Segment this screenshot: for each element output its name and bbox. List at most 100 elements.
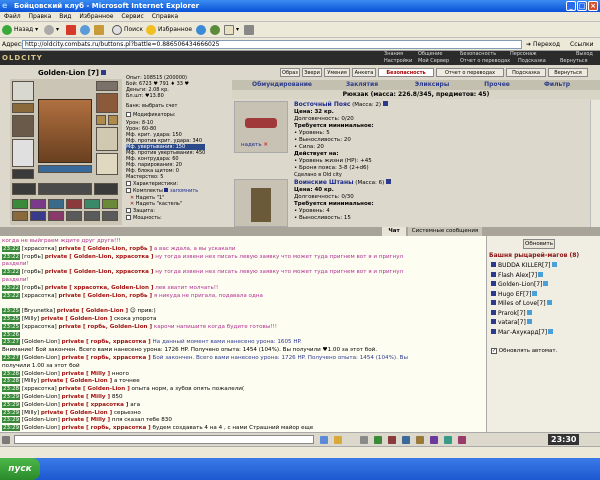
chat-timestamp[interactable]: 23:29 — [2, 417, 21, 424]
chat-private-to[interactable]: private [ Golden-Lion ] — [41, 378, 112, 384]
chat-private-to[interactable]: private [ горбь, хррасотка ] — [62, 339, 151, 345]
refresh-button[interactable]: Обновить — [523, 239, 555, 249]
menu-tools[interactable]: Сервис — [121, 13, 143, 20]
chat-author[interactable]: [Golden-Lion] — [22, 394, 60, 400]
chat-timestamp[interactable]: 23:29 — [2, 401, 21, 408]
print-button[interactable] — [244, 24, 256, 36]
chat-timestamp[interactable]: 23:22 — [2, 284, 21, 291]
online-user-name[interactable]: Miles of Love[7] — [498, 300, 546, 307]
media-button[interactable] — [196, 24, 208, 36]
nav-return[interactable]: Вернуться — [560, 58, 588, 65]
chat-timestamp[interactable]: 23:26 — [2, 331, 21, 338]
minimize-button[interactable]: _ — [566, 1, 576, 11]
mail-button[interactable]: ▾ — [224, 24, 239, 36]
forward-button[interactable]: ▾ — [44, 24, 59, 36]
chat-timestamp[interactable]: 23:27 — [2, 355, 21, 361]
menu-help[interactable]: Справка — [152, 13, 178, 20]
ring-slot-2[interactable] — [108, 115, 118, 125]
chat-author[interactable]: [Golden-Lion] — [22, 402, 60, 408]
chat-private-to[interactable]: private [ Golden-Lion ] — [58, 386, 129, 392]
bracer-slot[interactable] — [12, 183, 36, 195]
chat-timestamp[interactable]: 23:22 — [2, 253, 21, 260]
smiley-icon[interactable] — [334, 436, 342, 444]
tab-filter[interactable]: Фильтр — [532, 80, 582, 90]
close-button[interactable]: × — [588, 1, 598, 11]
info-icon[interactable] — [101, 70, 107, 75]
chat-author[interactable]: [Milly] — [22, 378, 39, 384]
chat-author[interactable]: [Milly] — [22, 316, 39, 322]
history-button[interactable] — [210, 24, 222, 36]
chat-author[interactable]: [Bryunetka] — [22, 308, 55, 314]
characteristics-header[interactable]: Характеристики: — [126, 181, 178, 188]
online-user-name[interactable]: Hugo EF[7] — [498, 291, 531, 298]
online-user[interactable]: BUDDA KILLER[7] — [491, 262, 557, 270]
refresh-button[interactable] — [80, 24, 92, 36]
spell-slot-11[interactable] — [84, 211, 100, 221]
nav-exit[interactable]: Выход — [576, 51, 593, 58]
chat-timestamp[interactable]: 23:25 — [2, 316, 21, 322]
pants-item-title[interactable]: Воинские Штаны — [294, 179, 354, 186]
modifiers-header[interactable]: Модификаторы: — [126, 112, 175, 119]
online-user[interactable]: Prarok[7] — [491, 309, 532, 318]
tab-image[interactable]: Образ — [280, 68, 300, 77]
armor-slot[interactable] — [12, 139, 34, 167]
chat-timestamp[interactable]: 23:29 — [2, 409, 21, 416]
chat-author[interactable]: [Golden-Lion] — [22, 355, 60, 361]
online-user[interactable]: vatara[7] — [491, 319, 532, 327]
tab-spells[interactable]: Заклятия — [332, 80, 392, 90]
tab-equipment[interactable]: Обмундирование — [242, 80, 322, 90]
chat-private-to[interactable]: private [ горбь, хррасотка ] — [62, 355, 151, 361]
weapon-slot[interactable] — [12, 115, 34, 137]
online-user[interactable]: Flash Alex[7] — [491, 271, 544, 280]
chat-timestamp[interactable]: 23:29 — [2, 425, 21, 432]
maximize-button[interactable]: □ — [577, 1, 587, 11]
auto-refresh-checkbox[interactable]: ✓ Обновлять автомат. — [491, 348, 557, 354]
chat-timestamp[interactable]: 23:27 — [2, 339, 21, 346]
chat-timestamp[interactable]: 23:22 — [2, 245, 21, 252]
info-icon[interactable] — [548, 328, 554, 334]
nav-character[interactable]: Персонаж — [510, 51, 537, 58]
sets-header[interactable]: Комплекты запомнить — [126, 188, 198, 195]
nav-knowledge[interactable]: Знания — [384, 51, 403, 58]
chat-input[interactable] — [14, 435, 314, 444]
chat-private-to[interactable]: private [ Golden-Lion ] — [41, 410, 112, 416]
tab-chat[interactable]: Чат — [382, 227, 406, 236]
spell-slot-2[interactable] — [30, 199, 46, 209]
chat-private-to[interactable]: private [ Milly ] — [62, 394, 111, 400]
chat-author[interactable]: [горбь] — [22, 269, 43, 275]
chat-timestamp[interactable]: 23:29 — [2, 394, 21, 400]
boots-slot[interactable] — [96, 153, 118, 175]
info-icon[interactable] — [538, 271, 544, 277]
helmet-slot[interactable] — [12, 81, 34, 101]
chat-author[interactable]: [Golden-Lion] — [22, 425, 60, 431]
chat-timestamp[interactable]: 23:22 — [2, 269, 21, 276]
menu-file[interactable]: Файл — [4, 13, 21, 20]
chat-private-to[interactable]: private [ Golden-Lion, горбь ] — [58, 246, 152, 252]
online-user-name[interactable]: vatara[7] — [498, 319, 526, 326]
translit-icon[interactable] — [402, 436, 410, 444]
amulet-slot[interactable] — [12, 103, 34, 113]
earring-slot[interactable] — [96, 81, 118, 91]
chat-author[interactable]: [горбь] — [22, 285, 43, 291]
chat-author[interactable]: [Golden-Lion] — [22, 417, 60, 423]
private-icon[interactable] — [388, 436, 396, 444]
character-name[interactable]: Golden-Lion [7] — [38, 69, 107, 77]
filter-icon[interactable] — [360, 436, 368, 444]
chat-timestamp[interactable]: 23:25 — [2, 323, 21, 330]
info-icon[interactable] — [546, 300, 552, 305]
pants-slot[interactable] — [38, 183, 92, 195]
start-button[interactable]: пуск — [0, 458, 40, 480]
info-icon[interactable] — [526, 319, 532, 324]
spell-slot-10[interactable] — [66, 211, 82, 221]
spell-slot-3[interactable] — [48, 199, 64, 209]
chat-timestamp[interactable]: 23:28 — [2, 378, 21, 385]
gloves-slot[interactable] — [96, 93, 118, 113]
tab-skills[interactable]: Умения — [324, 68, 350, 77]
exit-icon[interactable] — [458, 436, 466, 444]
spell-slot-8[interactable] — [30, 211, 46, 221]
spell-slot-6[interactable] — [102, 199, 118, 209]
go-button[interactable]: ➔ Переход — [526, 40, 560, 49]
online-user-name[interactable]: Маг-Ахукард[7] — [498, 329, 547, 336]
tab-elixirs[interactable]: Эликсиры — [402, 80, 462, 90]
chat-private-to[interactable]: private [ горбь, хррасотка ] — [62, 425, 151, 431]
